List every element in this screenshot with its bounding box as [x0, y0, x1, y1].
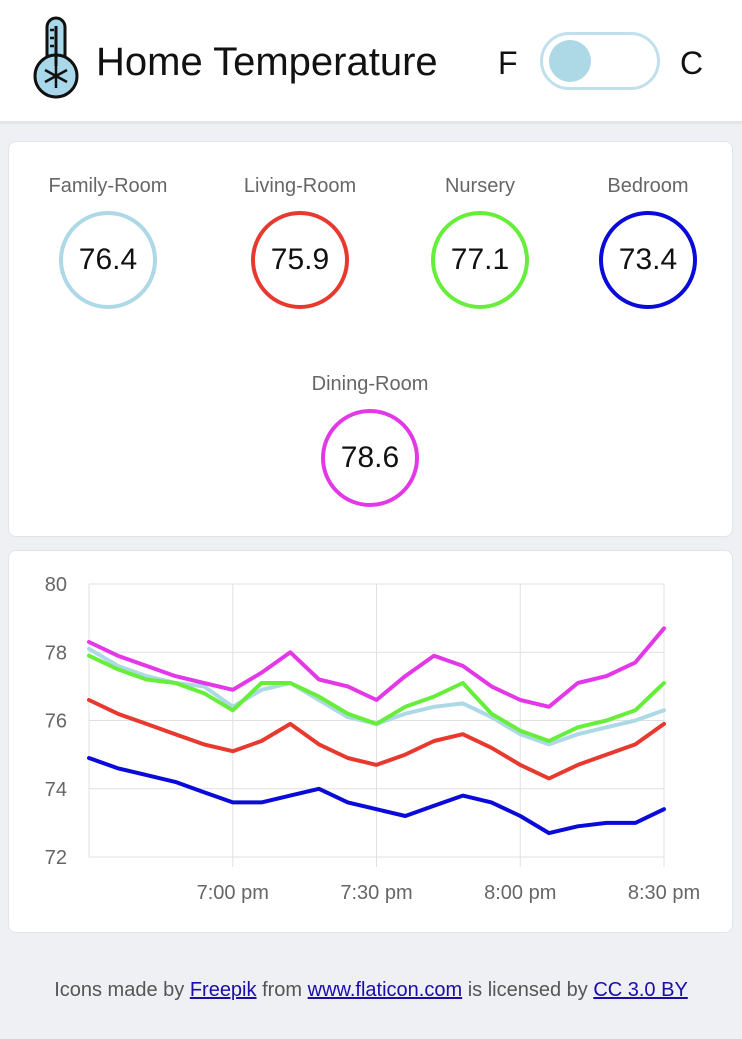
room-family-room: Family-Room 76.4	[28, 174, 188, 309]
attribution-licensed: is licensed by	[462, 979, 594, 1001]
room-living-room: Living-Room 75.9	[220, 174, 380, 309]
license-link[interactable]: CC 3.0 BY	[593, 979, 687, 1001]
freepik-link[interactable]: Freepik	[190, 979, 257, 1001]
attribution-footer: Icons made by Freepik from www.flaticon.…	[0, 976, 742, 1004]
flaticon-link[interactable]: www.flaticon.com	[308, 979, 463, 1001]
app-header: Home Temperature F C	[0, 0, 742, 124]
room-gauge: 73.4	[599, 211, 697, 309]
room-gauge: 76.4	[59, 211, 157, 309]
x-tick-label: 8:00 pm	[484, 882, 556, 904]
toggle-knob[interactable]	[549, 40, 591, 82]
attribution-prefix: Icons made by	[54, 979, 190, 1001]
room-label: Bedroom	[607, 175, 689, 197]
room-label: Living-Room	[243, 175, 357, 197]
room-gauge: 75.9	[251, 211, 349, 309]
room-label: Dining-Room	[311, 373, 429, 395]
room-gauge: 78.6	[321, 409, 419, 507]
room-nursery: Nursery 77.1	[400, 174, 560, 309]
temperature-chart-card: 72 74 76 78 80 7:00 pm 7:30 pm 8:00 pm 8:30 pm	[8, 550, 733, 933]
y-tick-label: 76	[45, 711, 67, 733]
room-dining-room: Dining-Room 78.6	[290, 372, 450, 507]
x-tick-label: 8:30 pm	[628, 882, 700, 904]
y-tick-label: 80	[45, 574, 67, 596]
y-tick-label: 72	[45, 847, 67, 869]
room-gauge: 77.1	[431, 211, 529, 309]
room-label: Family-Room	[48, 175, 168, 197]
y-tick-label: 74	[45, 779, 67, 801]
temperature-line-chart: 72 74 76 78 80 7:00 pm 7:30 pm 8:00 pm 8:30 pm	[45, 574, 700, 904]
thermometer-snowflake-icon	[33, 16, 79, 99]
room-label: Nursery	[444, 175, 515, 197]
attribution-from: from	[256, 979, 308, 1001]
unit-toggle[interactable]	[540, 32, 660, 90]
unit-label-fahrenheit: F	[498, 45, 518, 81]
y-tick-label: 78	[45, 642, 67, 664]
room-temperatures-card: Family-Room 76.4 Living-Room 75.9 Nurser…	[8, 141, 733, 537]
page-title: Home Temperature	[96, 40, 438, 84]
unit-label-celsius: C	[680, 45, 704, 81]
x-tick-label: 7:30 pm	[340, 882, 412, 904]
x-tick-label: 7:00 pm	[197, 882, 269, 904]
room-bedroom: Bedroom 73.4	[568, 174, 728, 309]
